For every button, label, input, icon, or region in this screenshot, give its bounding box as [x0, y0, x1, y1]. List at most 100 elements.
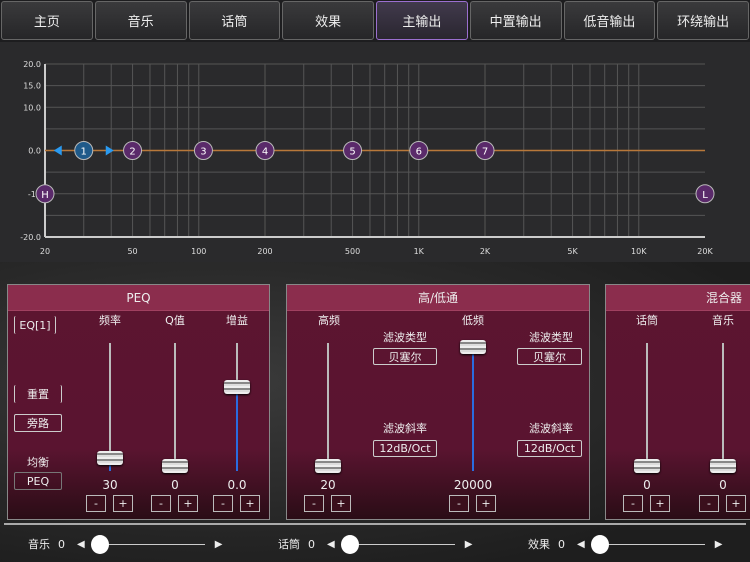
right-arrow-icon[interactable]: ▶ [715, 539, 723, 550]
peq-gain-plus-button[interactable]: + [240, 495, 260, 512]
mixer-0-thumb[interactable] [634, 458, 660, 473]
high-pass-node-label: H [41, 190, 49, 201]
peq-panel: PEQ EQ[1] 重置 旁路 均衡 PEQ 频率 30- + Q值 0- + 增益 0.0-… [7, 284, 270, 520]
y-tick-label: -20.0 [20, 233, 41, 242]
bottom-slider-rail[interactable] [590, 534, 705, 554]
left-arrow-icon[interactable]: ◀ [77, 539, 85, 550]
tab-3[interactable]: 话筒 [188, 1, 281, 40]
peq-q-value: 0 [171, 478, 179, 492]
tab-5[interactable]: 主输出 [376, 1, 468, 40]
high-freq-plus-button[interactable]: + [331, 495, 351, 512]
low-freq-fill [472, 347, 474, 471]
bottom-slider-0: 音乐 0 ◀ ▶ [28, 534, 226, 554]
mixer-0-label: 话筒 [636, 314, 658, 327]
tab-4[interactable]: 效果 [282, 1, 374, 40]
tab-7[interactable]: 低音输出 [563, 1, 656, 40]
low-freq-plus-button[interactable]: + [476, 495, 496, 512]
high-freq-value: 20 [320, 478, 336, 492]
bottom-slider-rail[interactable] [90, 534, 205, 554]
peq-gain-value: 0.0 [227, 478, 247, 492]
low-freq-thumb[interactable] [460, 340, 486, 354]
bottom-slider-1: 话筒 0 ◀ ▶ [278, 534, 476, 554]
low-freq-minus-button[interactable]: - [449, 495, 469, 512]
filter-type-left-select[interactable]: 贝塞尔 [373, 348, 437, 365]
slider-knob[interactable] [590, 534, 609, 554]
y-tick-label: 20.0 [23, 60, 41, 69]
eq-band-node-label: 7 [482, 147, 488, 158]
slope-label-right: 滤波斜率 [529, 422, 573, 435]
slope-left-select[interactable]: 12dB/Oct [373, 440, 437, 457]
peq-q-minus-button[interactable]: - [151, 495, 171, 512]
peq-freq-plus-button[interactable]: + [113, 495, 133, 512]
high-freq-thumb[interactable] [315, 458, 341, 473]
x-tick-label: 5K [567, 247, 578, 256]
eq-band-node-label: 5 [349, 147, 355, 158]
reset-button[interactable]: 重置 [14, 385, 62, 403]
peq-gain-minus-button[interactable]: - [213, 495, 233, 512]
mixer-0-track[interactable] [646, 343, 648, 471]
bypass-button[interactable]: 旁路 [14, 414, 62, 432]
mixer-panel: 混合器 话筒 0- + 音乐 0- + [605, 284, 750, 520]
y-tick-label: 10.0 [23, 103, 41, 112]
high-freq-track[interactable] [327, 343, 329, 471]
mixer-1-minus-button[interactable]: - [699, 495, 719, 512]
high-freq-minus-button[interactable]: - [304, 495, 324, 512]
bottom-slider-label: 效果 [528, 538, 550, 551]
mixer-1-thumb[interactable] [710, 458, 736, 473]
x-tick-label: 50 [127, 247, 137, 256]
mixer-1-track[interactable] [722, 343, 724, 471]
tab-8[interactable]: 环绕输出 [657, 1, 749, 40]
filter-type-label-left: 滤波类型 [383, 331, 427, 344]
slope-right-select[interactable]: 12dB/Oct [517, 440, 582, 457]
right-arrow-icon[interactable]: ▶ [465, 539, 473, 550]
peq-freq-minus-button[interactable]: - [86, 495, 106, 512]
bottom-slider-2: 效果 0 ◀ ▶ [528, 534, 726, 554]
peq-freq-label: 频率 [99, 314, 121, 327]
balance-mode-button[interactable]: PEQ [14, 472, 62, 490]
high-low-pass-panel: 高/低通 高频 低频 滤波类型 滤波类型 贝塞尔 贝塞尔 滤波斜率 滤波斜率 1… [286, 284, 590, 520]
tab-2[interactable]: 音乐 [94, 1, 187, 40]
freq-left-arrow-icon[interactable] [53, 145, 62, 156]
tab-6[interactable]: 中置输出 [469, 1, 562, 40]
left-arrow-icon[interactable]: ◀ [577, 539, 585, 550]
freq-right-arrow-icon[interactable] [105, 145, 114, 156]
left-arrow-icon[interactable]: ◀ [327, 539, 335, 550]
eq-select-button[interactable]: EQ[1] [14, 316, 56, 334]
mixer-title: 混合器 [606, 285, 750, 311]
mixer-0-plus-button[interactable]: + [650, 495, 670, 512]
x-tick-label: 100 [191, 247, 206, 256]
eq-band-node-label: 4 [262, 147, 268, 158]
tab-1[interactable]: 主页 [1, 1, 93, 40]
x-tick-label: 2K [480, 247, 491, 256]
mixer-1-plus-button[interactable]: + [726, 495, 746, 512]
balance-label: 均衡 [27, 456, 49, 469]
slider-knob[interactable] [90, 534, 109, 554]
bottom-slider-value: 0 [308, 537, 315, 551]
eq-band-node-label: 6 [416, 147, 422, 158]
mixer-1-value: 0 [719, 478, 727, 492]
slider-knob[interactable] [340, 534, 359, 554]
peq-gain-thumb[interactable] [224, 379, 250, 394]
eq-curve-chart[interactable]: 20.015.010.00.0-10-20.020 50 100 200 500 1K 2K… [0, 44, 750, 262]
filter-type-label-right: 滤波类型 [529, 331, 573, 344]
mixer-0-minus-button[interactable]: - [623, 495, 643, 512]
peq-q-plus-button[interactable]: + [178, 495, 198, 512]
peq-q-thumb[interactable] [162, 458, 188, 473]
filter-type-right-select[interactable]: 贝塞尔 [517, 348, 582, 365]
x-tick-label: 20 [40, 247, 50, 256]
peq-freq-thumb[interactable] [97, 451, 123, 466]
eq-band-node-label: 2 [129, 147, 135, 158]
bottom-slider-rail[interactable] [340, 534, 455, 554]
peq-q-track[interactable] [174, 343, 176, 471]
mixer-0-value: 0 [643, 478, 651, 492]
bottom-slider-value: 0 [58, 537, 65, 551]
right-arrow-icon[interactable]: ▶ [215, 539, 223, 550]
x-tick-label: 200 [257, 247, 272, 256]
peq-title: PEQ [8, 285, 269, 311]
y-tick-label: 15.0 [23, 82, 41, 91]
y-tick-label: 0.0 [28, 147, 41, 156]
high-freq-label: 高频 [318, 314, 340, 327]
low-pass-node-label: L [702, 190, 708, 201]
eq-band-node-label: 1 [81, 147, 87, 158]
bottom-slider-value: 0 [558, 537, 565, 551]
